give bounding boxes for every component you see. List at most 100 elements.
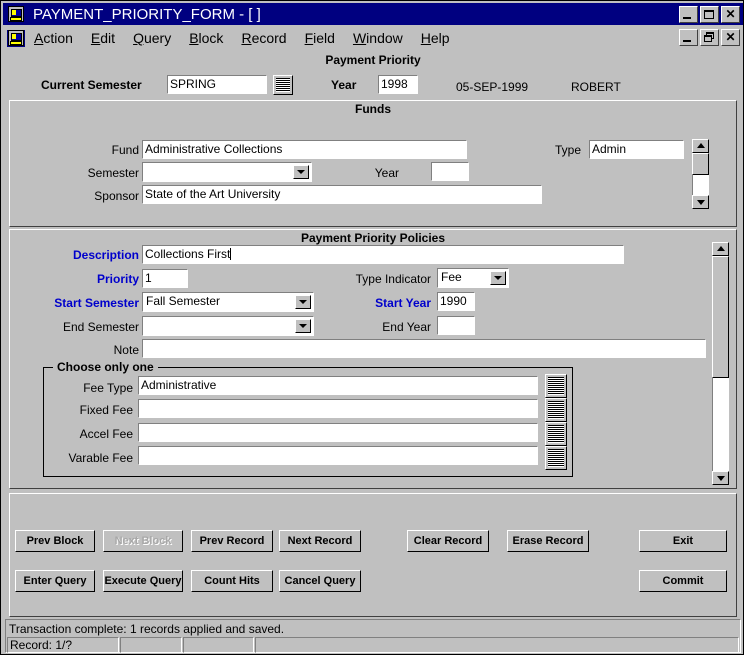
accel-fee-lov-icon[interactable]: [545, 422, 567, 446]
funds-scroll-up-button[interactable]: [692, 139, 709, 153]
fund-input[interactable]: Administrative Collections: [142, 140, 467, 159]
clear-record-button[interactable]: Clear Record: [407, 530, 489, 552]
mdi-app-icon[interactable]: [7, 29, 25, 47]
maximize-button[interactable]: [700, 6, 719, 23]
current-semester-lov-icon[interactable]: [273, 75, 293, 95]
start-year-input[interactable]: 1990: [437, 292, 475, 311]
button-panel: [9, 493, 737, 617]
next-block-button: Next Block: [103, 530, 183, 552]
end-semester-label: End Semester: [62, 320, 139, 334]
policies-panel-title: Payment Priority Policies: [300, 231, 446, 245]
description-label: Description: [72, 248, 139, 262]
mdi-window-controls: ✕: [679, 29, 740, 46]
accel-fee-input[interactable]: [138, 423, 538, 442]
chevron-down-icon[interactable]: [295, 295, 311, 309]
policies-scroll-down-button[interactable]: [712, 471, 729, 485]
end-year-label: End Year: [382, 320, 431, 334]
menu-item-record[interactable]: Record: [232, 29, 295, 47]
end-semester-combo[interactable]: [142, 316, 314, 336]
policies-scrollbar[interactable]: [712, 242, 729, 485]
fund-semester-combo[interactable]: [142, 162, 312, 182]
sponsor-input[interactable]: State of the Art University: [142, 185, 542, 204]
minimize-button[interactable]: [679, 6, 698, 23]
start-semester-combo[interactable]: Fall Semester: [142, 292, 314, 312]
start-semester-label: Start Semester: [54, 296, 139, 310]
priority-input[interactable]: 1: [142, 269, 188, 288]
fund-year-label: Year: [374, 166, 399, 180]
menu-item-action[interactable]: Action: [25, 29, 82, 47]
current-semester-input[interactable]: SPRING: [167, 75, 267, 94]
menu-item-field[interactable]: Field: [296, 29, 344, 47]
erase-record-button[interactable]: Erase Record: [507, 530, 589, 552]
fixed-fee-input[interactable]: [138, 399, 538, 418]
funds-scrollbar-thumb[interactable]: [692, 153, 709, 175]
current-user: ROBERT: [571, 80, 621, 94]
status-cell-2: [120, 637, 182, 653]
mdi-close-button[interactable]: ✕: [721, 29, 740, 46]
menu-item-edit-rest: dit: [100, 30, 116, 46]
varable-fee-input[interactable]: [138, 446, 538, 465]
fee-type-lov-icon[interactable]: [545, 374, 567, 398]
fund-year-input[interactable]: [431, 162, 469, 181]
start-year-label: Start Year: [375, 296, 431, 310]
text-caret: [230, 248, 232, 260]
note-input[interactable]: [142, 339, 706, 358]
type-indicator-combo[interactable]: Fee: [437, 268, 509, 288]
funds-panel-title: Funds: [355, 102, 391, 116]
type-indicator-label: Type Indicator: [355, 272, 431, 286]
mdi-minimize-button[interactable]: [679, 29, 698, 46]
status-cell-3: [183, 637, 254, 653]
application-window: PAYMENT_PRIORITY_FORM - [ ] ✕ Action Edi…: [0, 0, 744, 655]
menu-item-help-rest: elp: [430, 30, 450, 46]
menu-item-query[interactable]: Query: [124, 29, 180, 47]
policies-scrollbar-thumb[interactable]: [712, 256, 729, 378]
menu-item-action-rest: ction: [43, 30, 73, 46]
end-year-input[interactable]: [437, 316, 475, 335]
description-input[interactable]: Collections First: [142, 245, 624, 264]
funds-scroll-down-button[interactable]: [692, 195, 709, 209]
fee-type-input[interactable]: Administrative: [138, 376, 538, 395]
menu-item-help[interactable]: Help: [412, 29, 459, 47]
chevron-down-icon[interactable]: [490, 271, 506, 285]
chevron-down-icon[interactable]: [295, 319, 311, 333]
prev-block-button[interactable]: Prev Block: [15, 530, 95, 552]
header-year-input[interactable]: 1998: [378, 75, 418, 94]
funds-scrollbar[interactable]: [692, 139, 709, 209]
page-title: Payment Priority: [325, 53, 421, 67]
description-value: Collections First: [145, 247, 231, 261]
chevron-down-icon[interactable]: [293, 165, 309, 179]
fixed-fee-lov-icon[interactable]: [545, 398, 567, 422]
menu-item-edit[interactable]: Edit: [82, 29, 124, 47]
window-controls: ✕: [679, 6, 740, 23]
next-record-button[interactable]: Next Record: [279, 530, 361, 552]
system-date: 05-SEP-1999: [456, 80, 529, 94]
exit-button[interactable]: Exit: [639, 530, 727, 552]
fixed-fee-label: Fixed Fee: [79, 403, 133, 417]
close-button[interactable]: ✕: [721, 6, 740, 23]
fund-label: Fund: [111, 143, 139, 157]
title-bar: PAYMENT_PRIORITY_FORM - [ ] ✕: [3, 3, 743, 25]
enter-query-button[interactable]: Enter Query: [15, 570, 95, 592]
count-hits-button[interactable]: Count Hits: [191, 570, 273, 592]
window-title: PAYMENT_PRIORITY_FORM - [ ]: [33, 5, 261, 23]
fund-type-label: Type: [554, 143, 581, 157]
policies-scroll-up-button[interactable]: [712, 242, 729, 256]
fund-semester-label: Semester: [87, 166, 139, 180]
menu-item-block[interactable]: Block: [180, 29, 232, 47]
fund-type-input[interactable]: Admin: [589, 140, 684, 159]
type-indicator-value: Fee: [441, 270, 462, 284]
menu-bar: Action Edit Query Block Record Field Win…: [3, 26, 743, 50]
menu-item-window[interactable]: Window: [344, 29, 412, 47]
menu-item-window-rest: indow: [366, 30, 403, 46]
status-message: Transaction complete: 1 records applied …: [7, 621, 739, 637]
execute-query-button[interactable]: Execute Query: [103, 570, 183, 592]
status-record-indicator: Record: 1/?: [7, 637, 119, 653]
mdi-restore-button[interactable]: [700, 29, 719, 46]
status-cell-4: [255, 637, 739, 653]
commit-button[interactable]: Commit: [639, 570, 727, 592]
menu-item-block-rest: lock: [198, 30, 224, 46]
cancel-query-button[interactable]: Cancel Query: [279, 570, 361, 592]
varable-fee-lov-icon[interactable]: [545, 446, 567, 470]
form-app-icon: [7, 5, 25, 23]
prev-record-button[interactable]: Prev Record: [191, 530, 273, 552]
